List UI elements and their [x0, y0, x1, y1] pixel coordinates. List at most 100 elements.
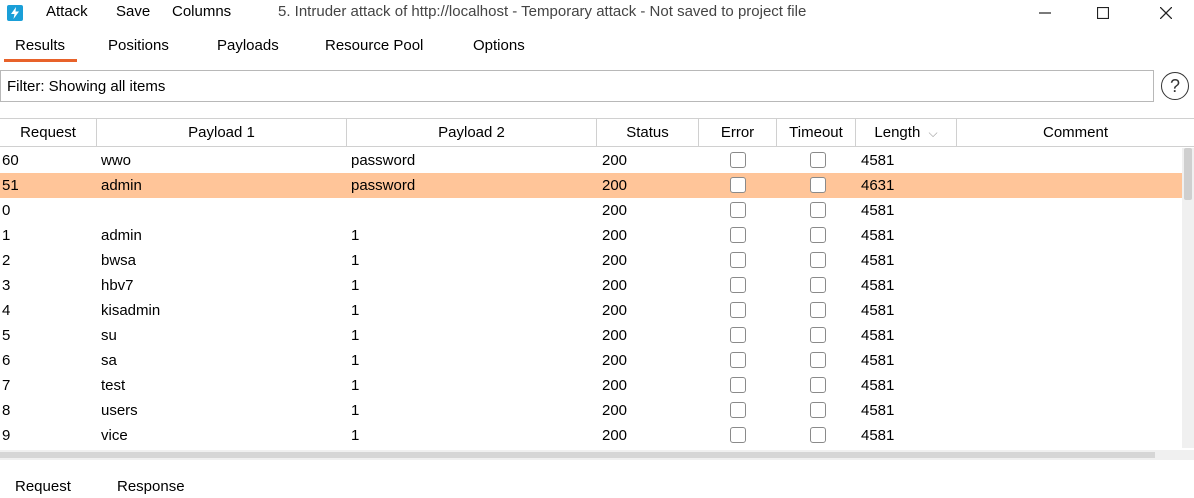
error-checkbox [730, 327, 746, 343]
cell-length: 4581 [861, 152, 895, 169]
cell-status: 200 [602, 427, 628, 444]
table-row[interactable]: 4 kisadmin 1 200 4581 [0, 298, 1182, 323]
column-header-error[interactable]: Error [699, 119, 777, 147]
cell-length: 4631 [861, 177, 895, 194]
cell-request: 5 [2, 327, 11, 344]
cell-payload1: kisadmin [101, 302, 161, 319]
cell-payload2: 1 [351, 427, 360, 444]
vertical-scroll-thumb[interactable] [1184, 148, 1192, 200]
tab-resource-pool[interactable]: Resource Pool [325, 37, 423, 54]
table-row[interactable]: 3 hbv7 1 200 4581 [0, 273, 1182, 298]
table-row[interactable]: 8 users 1 200 4581 [0, 398, 1182, 423]
timeout-checkbox [810, 377, 826, 393]
help-icon[interactable]: ? [1161, 72, 1189, 100]
minimize-button[interactable] [1022, 0, 1068, 26]
attack-tabs: Results Positions Payloads Resource Pool… [0, 34, 1194, 62]
cell-length: 4581 [861, 252, 895, 269]
column-header-comment[interactable]: Comment [957, 119, 1194, 147]
close-button[interactable] [1143, 0, 1189, 26]
cell-payload1: admin [101, 227, 142, 244]
cell-length: 4581 [861, 277, 895, 294]
timeout-checkbox [810, 352, 826, 368]
cell-request: 7 [2, 377, 11, 394]
cell-payload1: users [101, 402, 138, 419]
cell-request: 6 [2, 352, 11, 369]
table-header: Request Payload 1 Payload 2 Status Error… [0, 119, 1194, 147]
table-row[interactable]: 7 test 1 200 4581 [0, 373, 1182, 398]
tab-response[interactable]: Response [117, 478, 185, 495]
cell-length: 4581 [861, 302, 895, 319]
cell-status: 200 [602, 302, 628, 319]
table-row[interactable]: 1 admin 1 200 4581 [0, 223, 1182, 248]
table-body: 60 wwo password 200 4581 51 admin password 200 46… [0, 148, 1182, 448]
cell-payload1: admin [101, 177, 142, 194]
cell-length: 4581 [861, 202, 895, 219]
maximize-icon [1097, 7, 1109, 19]
cell-payload2: 1 [351, 377, 360, 394]
column-header-timeout[interactable]: Timeout [777, 119, 856, 147]
horizontal-scrollbar[interactable] [0, 450, 1194, 460]
table-row[interactable]: 60 wwo password 200 4581 [0, 148, 1182, 173]
cell-status: 200 [602, 152, 628, 169]
timeout-checkbox [810, 227, 826, 243]
vertical-scrollbar[interactable] [1182, 148, 1194, 448]
error-checkbox [730, 427, 746, 443]
cell-request: 60 [2, 152, 19, 169]
tab-request[interactable]: Request [15, 478, 71, 495]
cell-length: 4581 [861, 227, 895, 244]
tab-results[interactable]: Results [15, 37, 65, 54]
cell-request: 4 [2, 302, 11, 319]
cell-request: 3 [2, 277, 11, 294]
cell-payload2: 1 [351, 352, 360, 369]
cell-length: 4581 [861, 402, 895, 419]
cell-payload2: 1 [351, 277, 360, 294]
cell-status: 200 [602, 377, 628, 394]
error-checkbox [730, 227, 746, 243]
error-checkbox [730, 177, 746, 193]
table-row[interactable]: 0 200 4581 [0, 198, 1182, 223]
cell-status: 200 [602, 252, 628, 269]
table-row[interactable]: 2 bwsa 1 200 4581 [0, 248, 1182, 273]
cell-status: 200 [602, 327, 628, 344]
cell-payload2: 1 [351, 302, 360, 319]
horizontal-scroll-thumb[interactable] [0, 452, 1155, 458]
maximize-button[interactable] [1080, 0, 1126, 26]
column-header-status[interactable]: Status [597, 119, 699, 147]
cell-request: 0 [2, 202, 11, 219]
cell-status: 200 [602, 177, 628, 194]
cell-payload2: password [351, 152, 416, 169]
column-header-request[interactable]: Request [0, 119, 97, 147]
table-row[interactable]: 6 sa 1 200 4581 [0, 348, 1182, 373]
cell-payload2: 1 [351, 402, 360, 419]
cell-payload1: vice [101, 427, 128, 444]
active-tab-indicator [4, 59, 77, 62]
cell-status: 200 [602, 202, 628, 219]
cell-status: 200 [602, 352, 628, 369]
timeout-checkbox [810, 327, 826, 343]
sort-descending-icon: ⌵ [928, 126, 938, 140]
tab-positions[interactable]: Positions [108, 37, 169, 54]
cell-payload1: su [101, 327, 117, 344]
tab-options[interactable]: Options [473, 37, 525, 54]
table-row[interactable]: 9 vice 1 200 4581 [0, 423, 1182, 448]
column-header-payload1[interactable]: Payload 1 [97, 119, 347, 147]
error-checkbox [730, 202, 746, 218]
filter-label: Filter: Showing all items [7, 78, 166, 95]
timeout-checkbox [810, 402, 826, 418]
column-header-length[interactable]: Length ⌵ [856, 119, 957, 147]
cell-length: 4581 [861, 427, 895, 444]
column-header-payload2[interactable]: Payload 2 [347, 119, 597, 147]
menu-save[interactable]: Save [116, 3, 150, 20]
table-row[interactable]: 5 su 1 200 4581 [0, 323, 1182, 348]
filter-bar[interactable]: Filter: Showing all items [0, 70, 1154, 102]
timeout-checkbox [810, 177, 826, 193]
cell-request: 1 [2, 227, 11, 244]
tab-payloads[interactable]: Payloads [217, 37, 279, 54]
column-header-length-label: Length [874, 124, 921, 141]
burp-app-icon [7, 5, 23, 21]
cell-status: 200 [602, 227, 628, 244]
cell-length: 4581 [861, 327, 895, 344]
menu-columns[interactable]: Columns [172, 3, 231, 20]
table-row[interactable]: 51 admin password 200 4631 [0, 173, 1182, 198]
menu-attack[interactable]: Attack [46, 3, 88, 20]
